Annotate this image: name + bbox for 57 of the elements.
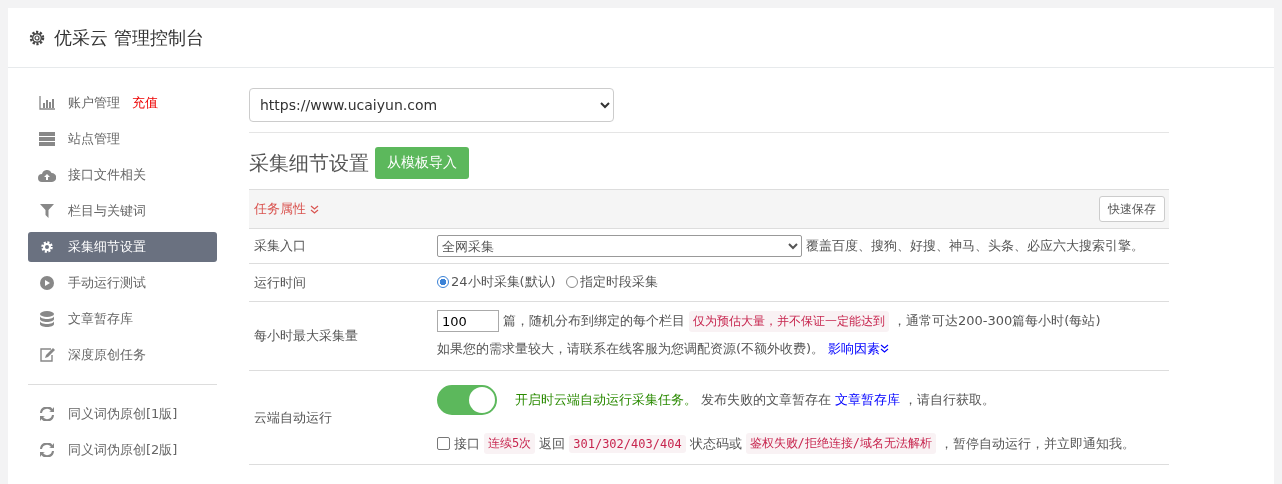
edit-icon — [39, 348, 55, 362]
chevron-down-icon[interactable] — [310, 204, 319, 214]
storage-link[interactable]: 文章暂存库 — [835, 391, 900, 409]
code-tag: 鉴权失败/拒绝连接/域名无法解析 — [745, 433, 937, 454]
app-title: 优采云 管理控制台 — [54, 25, 204, 50]
help-text: 如果您的需求量较大，请联系在线客服为您调配资源(不额外收费)。 — [437, 340, 825, 358]
help-text: 返回 — [539, 434, 566, 453]
toggle-switch[interactable] — [437, 385, 497, 415]
settings-icon — [28, 28, 46, 47]
task-properties-label: 任务属性 — [254, 200, 306, 218]
code-tag: 连续5次 — [484, 433, 536, 454]
source-select[interactable]: 全网采集 — [437, 235, 802, 257]
refresh-icon — [40, 443, 54, 457]
help-text: ，暂停自动运行，并立即通知我。 — [940, 434, 1136, 453]
site-select[interactable]: https://www.ucaiyun.com — [249, 88, 614, 122]
sidebar-item[interactable]: 同义词伪原创[2版] — [28, 435, 217, 465]
sidebar-item[interactable]: 账户管理 充值 — [28, 88, 217, 118]
radio-option[interactable]: 指定时段采集 — [565, 273, 658, 291]
chevron-down-icon[interactable] — [880, 344, 890, 353]
field-label: 运行时间 — [253, 273, 307, 292]
sidebar-item[interactable]: 栏目与关键词 — [28, 196, 217, 226]
help-text: 篇，随机分布到绑定的每个栏目 — [503, 312, 685, 330]
sidebar-item[interactable]: 手动运行测试 — [28, 268, 217, 298]
sidebar-item[interactable]: 站点管理 — [28, 124, 217, 154]
play-icon — [40, 276, 54, 290]
checkbox[interactable] — [437, 437, 450, 450]
cloud-upload-icon — [38, 168, 56, 182]
help-text: 接口 — [454, 434, 480, 453]
count-field[interactable]: 100 — [437, 310, 499, 332]
field-label: 采集入口 — [253, 237, 307, 255]
radio-option[interactable]: 24小时采集(默认) — [437, 273, 556, 291]
bar-chart-icon — [39, 96, 55, 110]
sidebar-label: 账户管理 — [68, 94, 120, 112]
server-icon — [39, 132, 55, 146]
section-title: 采集细节设置 — [249, 149, 369, 177]
filter-icon — [40, 204, 54, 218]
help-text: ，通常可达200-300篇每小时(每站) — [893, 312, 1101, 330]
refresh-icon — [40, 407, 54, 421]
help-text: ，请自行获取。 — [904, 391, 995, 409]
sidebar-item[interactable]: 文章暂存库 — [28, 304, 217, 334]
help-text: 覆盖百度、搜狗、好搜、神马、头条、必应六大搜索引擎。 — [806, 237, 1144, 255]
sidebar-item[interactable]: 深度原创任务 — [28, 340, 217, 370]
sidebar-item[interactable]: 采集细节设置 — [28, 232, 217, 262]
sidebar-item[interactable]: 同义词伪原创[1版] — [28, 399, 217, 429]
database-icon — [40, 311, 54, 327]
gear-icon — [40, 240, 54, 254]
help-text: 发布失败的文章暂存在 — [701, 391, 831, 409]
code-tag: 仅为预估大量，并不保证一定能达到 — [689, 310, 889, 332]
recharge-link[interactable]: 充值 — [132, 94, 158, 112]
code-tag: 301/302/403/404 — [569, 434, 686, 453]
status-text: 开启时云端自动运行采集任务。 — [515, 391, 697, 409]
sidebar-item[interactable]: 接口文件相关 — [28, 160, 217, 190]
help-text: 状态码或 — [689, 434, 742, 453]
field-label: 每小时最大采集量 — [253, 327, 359, 345]
quick-save-button[interactable]: 快速保存 — [1099, 196, 1165, 222]
field-label: 云端自动运行 — [253, 408, 333, 427]
influencing-factors-link[interactable]: 影响因素 — [828, 340, 890, 358]
